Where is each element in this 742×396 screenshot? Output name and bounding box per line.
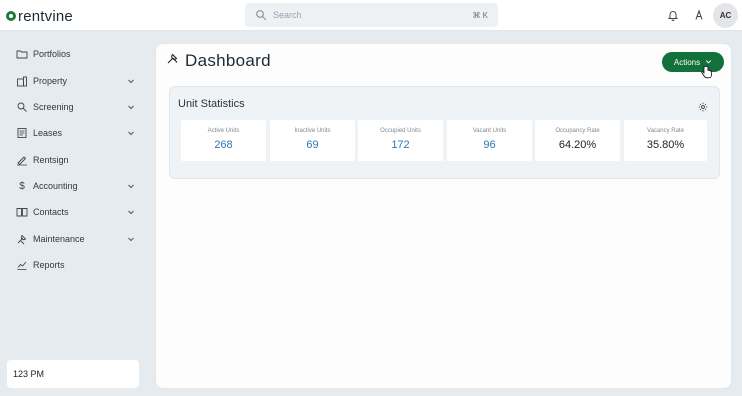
sidebar-item-label: Maintenance (33, 234, 85, 244)
stat-label: Inactive Units (294, 128, 331, 134)
chart-icon (16, 259, 28, 271)
gear-icon[interactable] (698, 99, 708, 112)
stat-label: Active Units (207, 128, 240, 134)
sidebar-item-maintenance[interactable]: Maintenance (16, 230, 136, 248)
stat-value: 64.20% (558, 139, 597, 151)
chevron-down-icon (126, 76, 136, 86)
sidebar: Portfolios Property Screening Leases Ren… (0, 31, 148, 396)
logo-text: rentvine (18, 7, 73, 25)
search-shortcut: ⌘ K (472, 10, 488, 20)
stat-vacant-units[interactable]: Vacant Units 96 (447, 120, 532, 161)
chevron-down-icon (126, 128, 136, 138)
sidebar-item-leases[interactable]: Leases (16, 124, 136, 142)
sidebar-item-label: Property (33, 76, 68, 86)
actions-label: Actions (673, 57, 701, 67)
stat-value[interactable]: 172 (358, 139, 443, 151)
sidebar-item-label: Accounting (33, 181, 78, 191)
logo-mark-icon (6, 11, 16, 21)
sidebar-item-label: Contacts (33, 207, 69, 217)
page-title: Dashboard (166, 51, 271, 71)
dollar-icon: $ (19, 180, 25, 192)
stat-label: Vacant Units (472, 128, 507, 134)
contacts-icon (16, 206, 28, 218)
stat-label: Occupied Units (380, 128, 421, 134)
stat-vacancy-rate: Vacancy Rate 35.80% (624, 120, 707, 161)
screening-icon (16, 101, 28, 113)
sidebar-item-label: Reports (33, 260, 65, 270)
chevron-down-icon (126, 102, 136, 112)
stat-value: 35.80% (646, 139, 685, 151)
stat-value[interactable]: 69 (270, 139, 355, 151)
folder-icon (16, 48, 28, 60)
lease-icon (16, 127, 28, 139)
stat-inactive-units[interactable]: Inactive Units 69 (270, 120, 355, 161)
sidebar-item-label: Rentsign (33, 155, 69, 165)
search-icon (255, 9, 267, 21)
avatar-initials: AC (719, 11, 732, 20)
sidebar-item-label: Screening (33, 102, 74, 112)
signature-icon (16, 154, 28, 166)
main-panel: Dashboard Actions Unit Statistics Active… (155, 43, 732, 389)
sidebar-item-screening[interactable]: Screening (16, 98, 136, 116)
logo[interactable]: rentvine (6, 7, 73, 25)
text-size-icon[interactable] (692, 8, 706, 22)
sidebar-item-contacts[interactable]: Contacts (16, 203, 136, 221)
sidebar-item-reports[interactable]: Reports (16, 256, 136, 274)
search-placeholder: Search (273, 10, 302, 20)
building-icon (16, 75, 28, 87)
chevron-down-icon (126, 234, 136, 244)
bell-icon[interactable] (666, 8, 680, 22)
unit-statistics-card: Unit Statistics Active Units 268 Inactiv… (169, 86, 720, 179)
actions-button[interactable]: Actions (662, 52, 724, 72)
sidebar-item-accounting[interactable]: $ Accounting (16, 177, 136, 195)
time-text: 123 PM (13, 369, 45, 379)
sidebar-item-label: Portfolios (33, 49, 71, 59)
pointer-cursor-icon (701, 65, 713, 79)
chevron-down-icon (126, 207, 136, 217)
wrench-icon (166, 52, 179, 70)
stat-label: Vacancy Rate (647, 128, 684, 134)
stat-occupancy-rate: Occupancy Rate 64.20% (535, 120, 620, 161)
time-display: 123 PM (7, 360, 139, 388)
stat-label: Occupancy Rate (555, 128, 600, 134)
sidebar-item-property[interactable]: Property (16, 72, 136, 90)
sidebar-item-rentsign[interactable]: Rentsign (16, 151, 136, 169)
tools-icon (16, 233, 28, 245)
stat-active-units[interactable]: Active Units 268 (181, 120, 266, 161)
chevron-down-icon (126, 181, 136, 191)
unit-statistics-title: Unit Statistics (178, 98, 245, 110)
top-bar: rentvine Search ⌘ K AC (0, 0, 742, 31)
sidebar-item-portfolios[interactable]: Portfolios (16, 45, 136, 63)
page-title-text: Dashboard (185, 51, 271, 70)
stat-value[interactable]: 96 (447, 139, 532, 151)
avatar[interactable]: AC (713, 3, 738, 28)
stat-occupied-units[interactable]: Occupied Units 172 (358, 120, 443, 161)
stat-value[interactable]: 268 (181, 139, 266, 151)
search-input[interactable]: Search ⌘ K (245, 3, 498, 27)
sidebar-item-label: Leases (33, 128, 63, 138)
